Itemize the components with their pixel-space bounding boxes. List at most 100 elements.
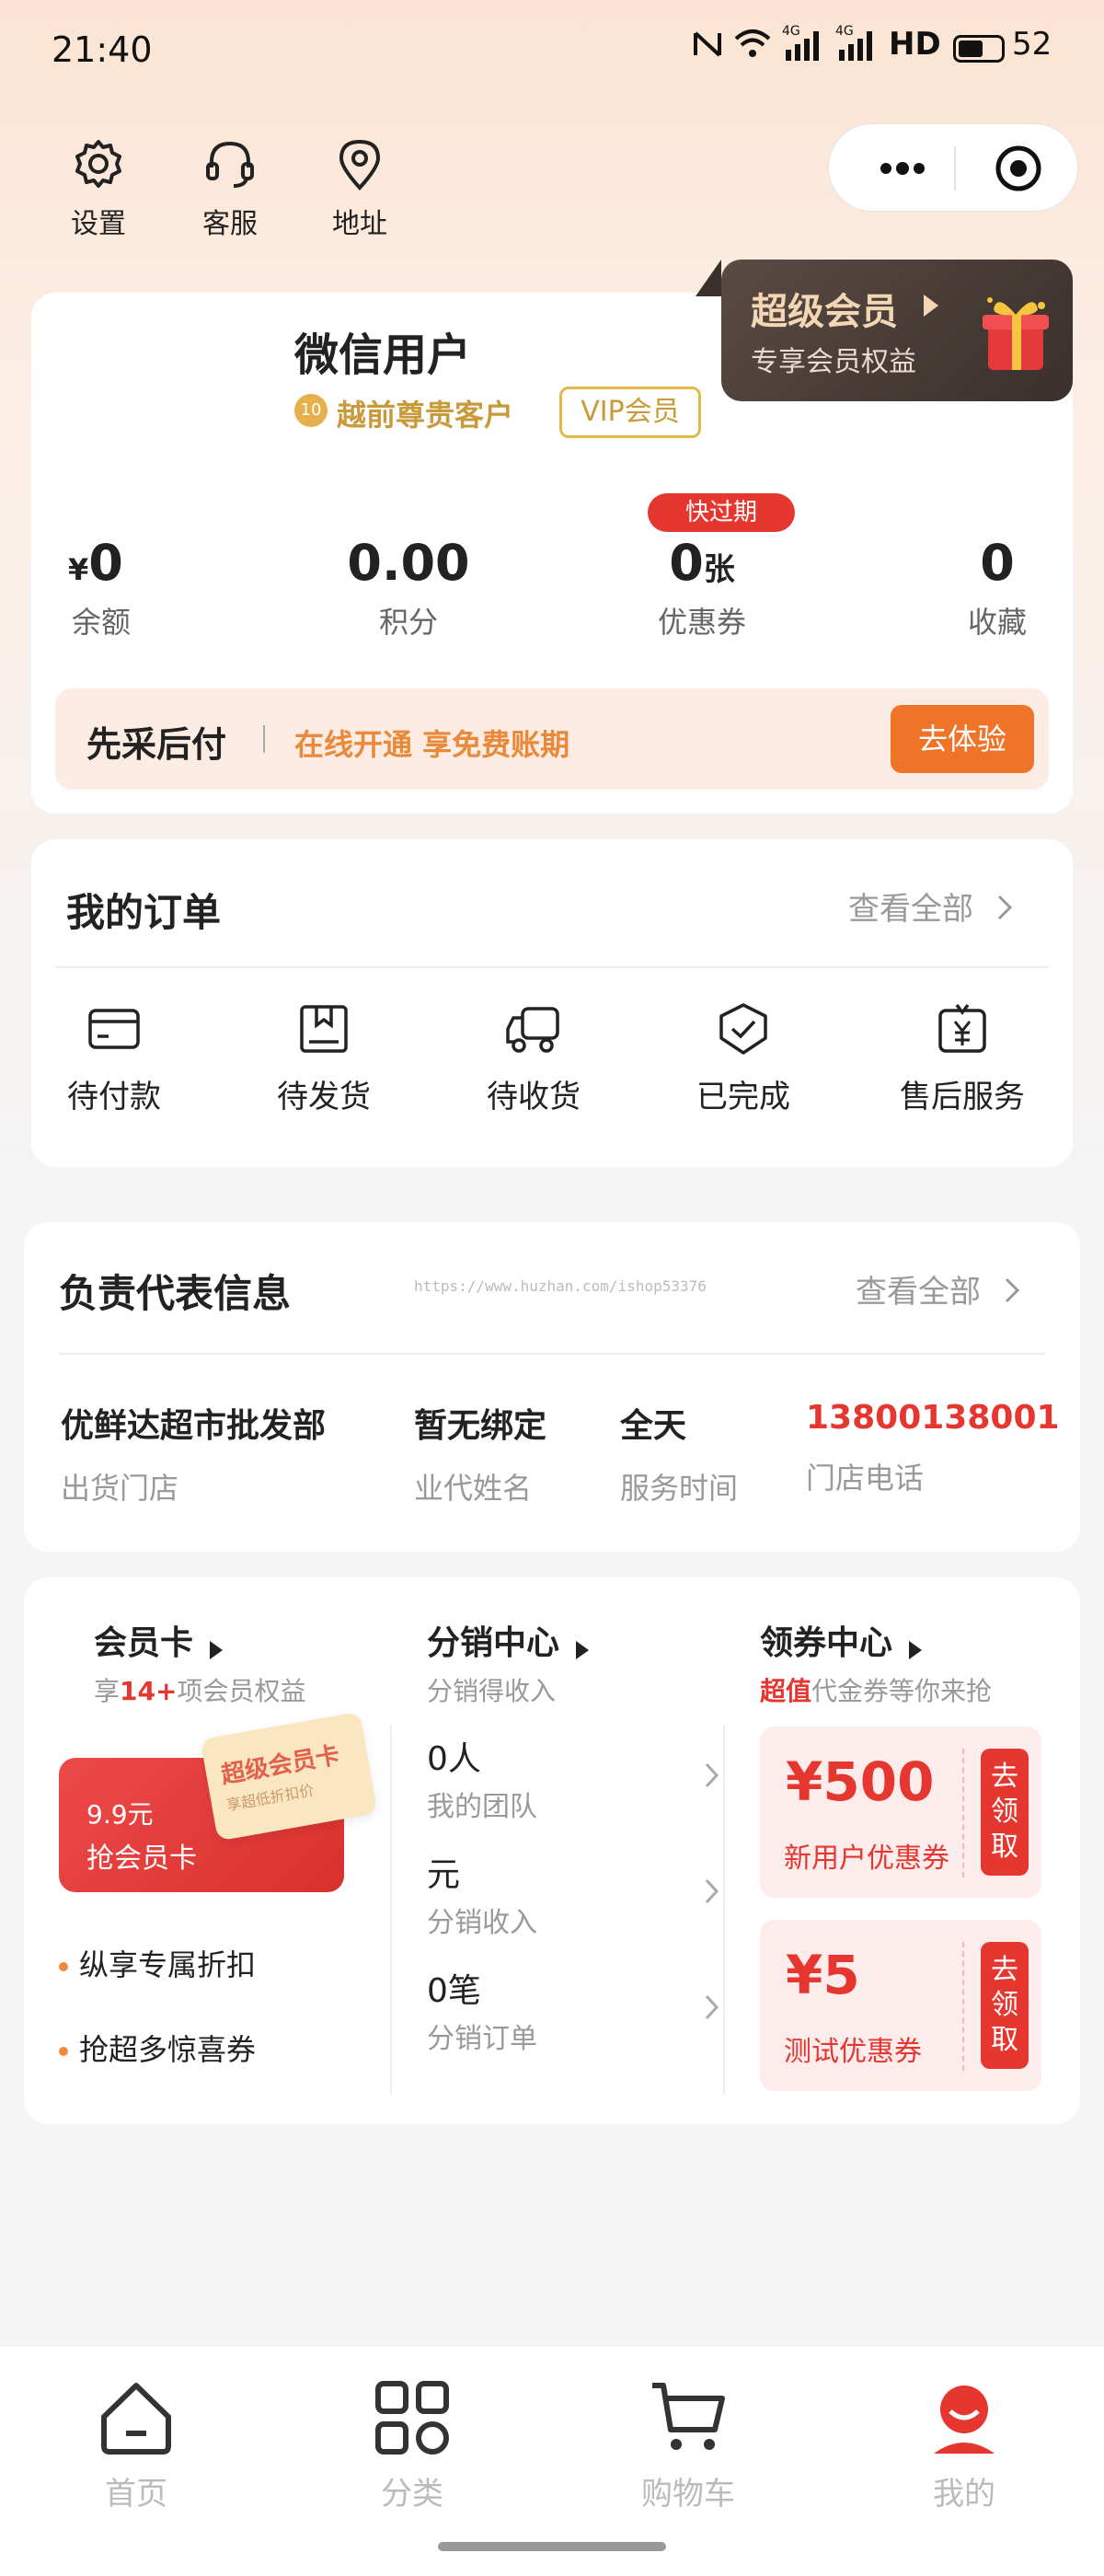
wifi-icon [732, 26, 773, 71]
coupon-center-subtitle: 超值代金券等你来抢 [760, 1671, 992, 1708]
gear-icon [75, 140, 121, 188]
rep-store-value: 优鲜达超市批发部 [61, 1407, 327, 1445]
super-vip-title: 超级会员 [751, 291, 898, 333]
settings-label: 设置 [71, 208, 126, 240]
rep-agent-value: 暂无绑定 [414, 1407, 547, 1445]
capsule-divider [954, 146, 956, 191]
tab-profile-label: 我的 [933, 2476, 995, 2512]
tab-cart[interactable]: 购物车 [596, 2376, 780, 2513]
tab-home[interactable]: 首页 [44, 2376, 228, 2513]
member-benefit-2-label: 抢超多惊喜券 [79, 2032, 257, 2067]
order-pending-payment-label: 待付款 [67, 1079, 161, 1115]
distribution-income-label: 分销收入 [427, 1907, 537, 1939]
close-button[interactable] [993, 143, 1044, 194]
more-button[interactable] [866, 124, 939, 213]
rep-phone-label: 门店电话 [806, 1461, 925, 1496]
member-card-sub-prefix: 享 [94, 1676, 121, 1706]
coupon-center-header[interactable]: 领券中心 [760, 1616, 923, 1664]
distribution-income[interactable]: 元 分销收入 [427, 1848, 730, 1949]
more-dots-icon [880, 162, 925, 175]
pay-later-banner[interactable]: 先采后付 在线开通 享免费账期 去体验 [55, 688, 1049, 790]
coupon-2-divider [962, 1942, 964, 2071]
order-pending-payment[interactable]: 待付款 [31, 1001, 197, 1116]
vip-badge[interactable]: VIP会员 [559, 387, 701, 438]
order-pending-shipment[interactable]: 待发货 [241, 1001, 407, 1116]
distribution-orders-label: 分销订单 [427, 2023, 537, 2055]
signal-icon-1: 4G [782, 24, 824, 73]
order-completed[interactable]: 已完成 [661, 1001, 826, 1116]
points-stat[interactable]: 0.00 积分 [316, 534, 500, 641]
hd-indicator: HD [889, 26, 941, 63]
distribution-subtitle: 分销得收入 [427, 1676, 557, 1706]
cart-icon [652, 2383, 725, 2450]
coupon-center-title: 领券中心 [760, 1624, 893, 1662]
representative-card: 负责代表信息 https://www.huzhan.com/ishop53376… [24, 1222, 1080, 1552]
coupons-stat[interactable]: 0张 优惠券 [633, 534, 771, 641]
balance-currency: ¥ [68, 552, 89, 587]
customer-service-button[interactable]: 客服 [175, 136, 285, 241]
triangle-right-icon [576, 1640, 590, 1659]
truck-icon [506, 1007, 559, 1053]
gift-box-icon [977, 287, 1054, 375]
signal-icon-2: 4G [835, 24, 878, 73]
rep-view-all-label: 查看全部 [856, 1274, 981, 1311]
user-level: 越前尊贵客户 [337, 398, 514, 433]
distribution-header[interactable]: 分销中心 [427, 1616, 590, 1664]
points-label: 积分 [378, 605, 438, 640]
tab-category[interactable]: 分类 [320, 2376, 504, 2513]
address-button[interactable]: 地址 [305, 136, 415, 241]
coupon-2-name: 测试优惠券 [784, 2036, 922, 2068]
balance-label: 余额 [72, 605, 132, 640]
rep-watermark: https://www.huzhan.com/ishop53376 [414, 1277, 707, 1295]
orders-view-all[interactable]: 查看全部 [848, 884, 1015, 929]
coupon-card-2[interactable]: ¥5 测试优惠券 去领取 [760, 1920, 1041, 2091]
rep-store-label: 出货门店 [61, 1471, 179, 1506]
member-benefit-1-label: 纵享专属折扣 [79, 1947, 257, 1982]
order-after-sales[interactable]: 售后服务 [870, 1001, 1054, 1116]
orders-title: 我的订单 [66, 890, 222, 935]
chevron-right-icon [705, 1994, 719, 2020]
rep-hours-value: 全天 [620, 1407, 687, 1445]
battery-level: 52 [1012, 26, 1052, 63]
balance-value: 0 [88, 534, 123, 592]
distribution-orders[interactable]: 0笔 分销订单 [427, 1964, 730, 2065]
distribution-team-value: 0人 [427, 1740, 481, 1778]
rep-store: 优鲜达超市批发部 出货门店 [61, 1399, 326, 1507]
nfc-icon [692, 26, 723, 71]
coupons-unit: 张 [703, 551, 735, 588]
coupon-1-claim-button[interactable]: 去领取 [981, 1749, 1029, 1876]
category-grid-icon [375, 2381, 449, 2455]
order-pending-receipt[interactable]: 待收货 [451, 1001, 616, 1116]
pay-later-button[interactable]: 去体验 [891, 705, 1034, 773]
pay-later-title: 先采后付 [86, 724, 227, 765]
customer-service-label: 客服 [202, 208, 258, 240]
coupons-value: 0 [669, 534, 704, 592]
rep-title: 负责代表信息 [59, 1271, 292, 1316]
member-card-header[interactable]: 会员卡 [94, 1616, 224, 1664]
mini-program-capsule [828, 123, 1078, 212]
rep-view-all[interactable]: 查看全部 [856, 1266, 1022, 1311]
tab-home-label: 首页 [105, 2476, 167, 2512]
package-icon [300, 1005, 348, 1053]
distribution-title: 分销中心 [427, 1624, 560, 1662]
home-icon [101, 2383, 171, 2455]
rep-phone[interactable]: 13800138001 门店电话 [806, 1399, 1060, 1497]
settings-button[interactable]: 设置 [43, 136, 154, 241]
chevron-right-icon [705, 1878, 719, 1904]
orders-divider [55, 966, 1049, 968]
coupon-card-1[interactable]: ¥500 新用户优惠券 去领取 [760, 1727, 1041, 1898]
card-icon [88, 1009, 140, 1049]
favorites-label: 收藏 [967, 605, 1027, 640]
distribution-team[interactable]: 0人 我的团队 [427, 1732, 730, 1833]
favorites-stat[interactable]: 0 收藏 [951, 534, 1043, 641]
balance-stat[interactable]: ¥0 余额 [68, 534, 188, 641]
coupons-label: 优惠券 [657, 605, 746, 640]
coupon-2-claim-button[interactable]: 去领取 [981, 1942, 1029, 2069]
triangle-right-icon [210, 1640, 224, 1659]
super-vip-banner[interactable]: 超级会员 专享会员权益 [696, 260, 1073, 401]
super-vip-corner [696, 260, 721, 296]
coupon-center-sub-rest: 代金券等你来抢 [811, 1676, 993, 1706]
coupon-center-sub-highlight: 超值 [760, 1676, 812, 1706]
tab-profile[interactable]: 我的 [872, 2376, 1056, 2513]
super-vip-subtitle: 专享会员权益 [751, 346, 916, 378]
